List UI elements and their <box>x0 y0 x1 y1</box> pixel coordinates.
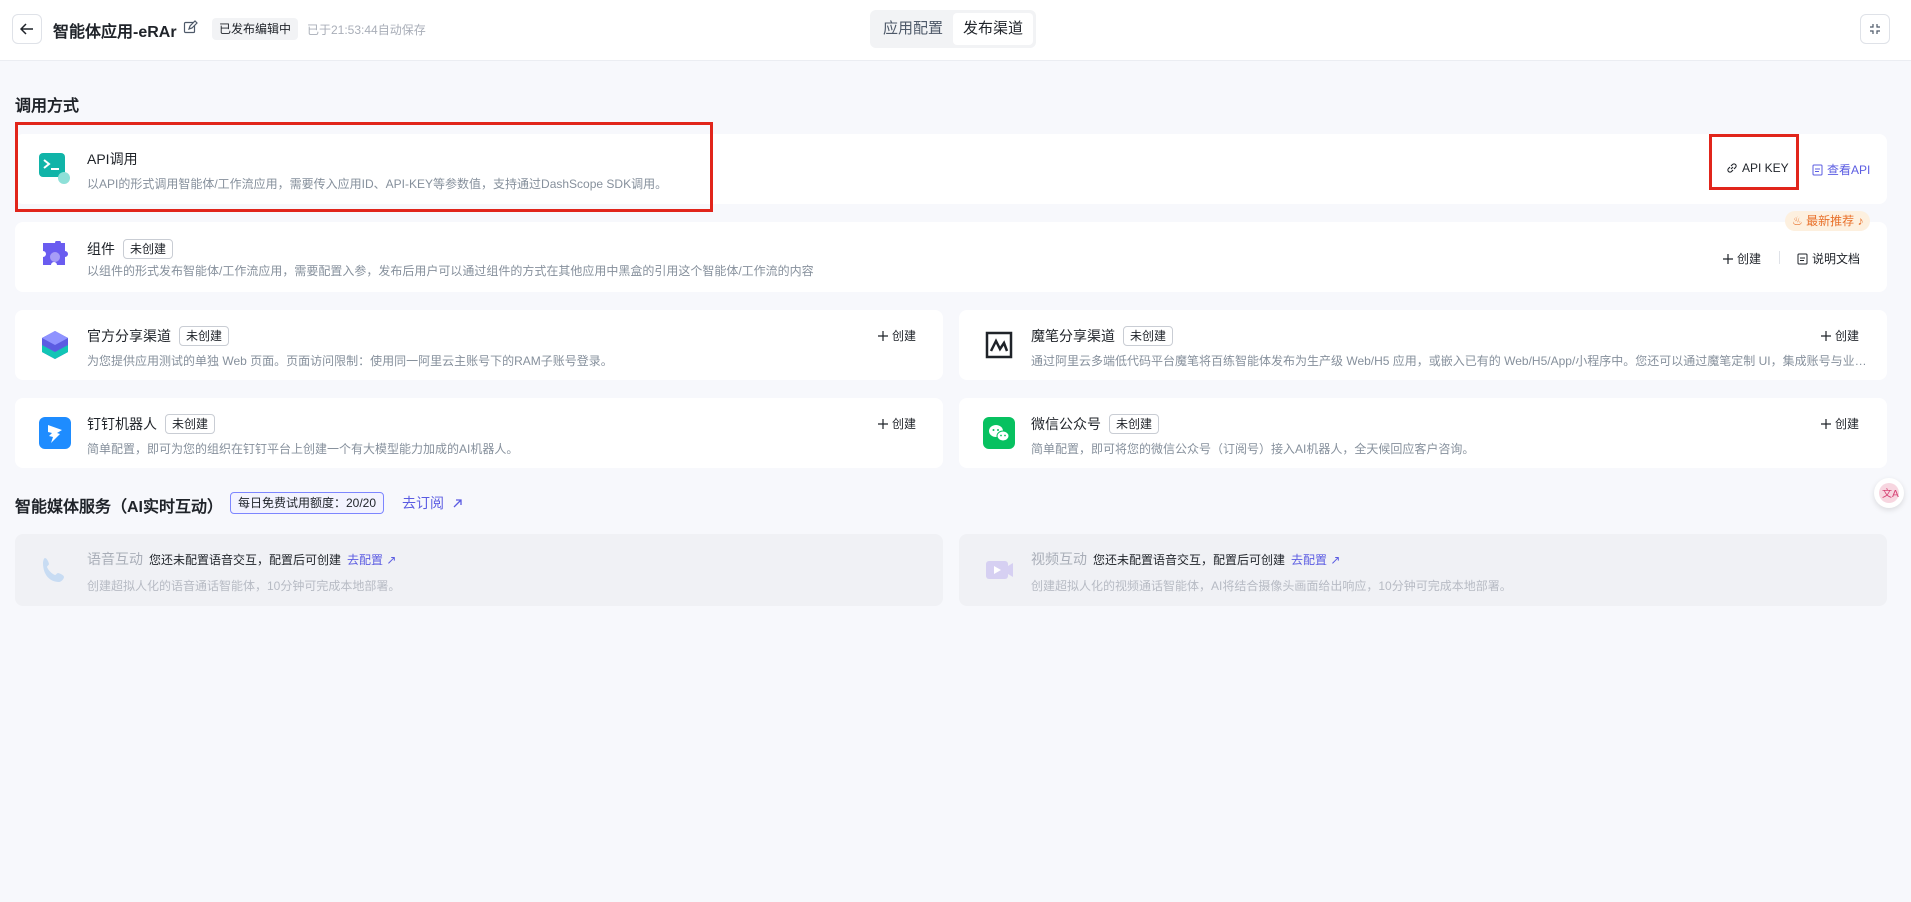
edit-icon[interactable] <box>183 20 198 35</box>
autosave-text: 已于21:53:44自动保存 <box>307 23 426 37</box>
document-icon <box>1797 253 1808 264</box>
status-badge: 已发布编辑中 <box>212 18 299 40</box>
channel-card-mobi: 魔笔分享渠道 未创建 通过阿里云多端低代码平台魔笔将百练智能体发布为生产级 Web… <box>959 310 1887 380</box>
video-config-link[interactable]: 去配置 ↗ <box>1291 553 1340 567</box>
create-label: 创建 <box>1737 252 1762 266</box>
mode-tabs: 应用配置 发布渠道 <box>870 10 1037 48</box>
phone-icon <box>43 558 64 582</box>
video-note: 您还未配置语音交互，配置后可创建 <box>1093 553 1286 567</box>
section-title-invoke: 调用方式 <box>15 98 80 115</box>
sparkle-icon: ♪ <box>1854 214 1864 228</box>
channel-title-text: 微信公众号 <box>1031 416 1101 432</box>
channel-card-official: 官方分享渠道 未创建 为您提供应用测试的单独 Web 页面。页面访问限制：使用同一… <box>15 310 943 380</box>
translate-float-button[interactable]: 文A <box>1874 478 1904 508</box>
channel-title: 微信公众号 未创建 <box>1031 414 1160 434</box>
channel-card-dingtalk: 钉钉机器人 未创建 简单配置，即可为您的组织在钉钉平台上创建一个有大模型能力加成的… <box>15 398 943 468</box>
fire-icon: ♨ <box>1792 214 1807 228</box>
status-tag: 未创建 <box>123 239 174 259</box>
docs-link[interactable]: 说明文档 <box>1797 250 1860 267</box>
document-icon <box>1812 164 1823 175</box>
video-title: 视频互动 <box>1031 551 1087 567</box>
channel-title-text: 魔笔分享渠道 <box>1031 328 1115 344</box>
puzzle-icon <box>43 241 68 265</box>
component-title: 组件 未创建 <box>87 239 174 259</box>
tab-publish-channels[interactable]: 发布渠道 <box>953 13 1034 45</box>
tab-app-config[interactable]: 应用配置 <box>873 13 953 45</box>
wechat-icon <box>983 417 1015 449</box>
voice-desc: 创建超拟人化的语音通话智能体，10分钟可完成本地部署。 <box>87 579 401 593</box>
create-label: 创建 <box>892 329 917 343</box>
channel-title: 官方分享渠道 未创建 <box>87 326 230 346</box>
channel-desc: 简单配置，即可为您的组织在钉钉平台上创建一个有大模型能力加成的AI机器人。 <box>87 442 519 456</box>
channel-create-button[interactable]: 创建 <box>878 327 916 344</box>
recommend-label: 最新推荐 <box>1806 214 1855 228</box>
channel-create-button[interactable]: 创建 <box>1821 327 1859 344</box>
voice-title: 语音互动 <box>87 551 143 567</box>
plus-icon <box>1723 253 1733 264</box>
channel-create-button[interactable]: 创建 <box>1821 415 1859 432</box>
top-bar: 智能体应用-eRAr 已发布编辑中 已于21:53:44自动保存 应用配置 发布… <box>0 0 1911 61</box>
voice-note: 您还未配置语音交互，配置后可创建 <box>149 553 342 567</box>
plus-icon <box>1821 418 1831 429</box>
config-label: 去配置 <box>1291 553 1328 567</box>
status-tag: 未创建 <box>1123 326 1174 346</box>
recommend-badge: ♨ 最新推荐 ♪ <box>1785 211 1871 231</box>
config-label: 去配置 <box>347 553 384 567</box>
voice-title-row: 语音互动 您还未配置语音交互，配置后可创建 去配置 ↗ <box>87 549 396 569</box>
official-share-icon <box>42 331 68 359</box>
quota-badge: 每日免费试用额度：20/20 <box>230 492 385 514</box>
channel-title: 钉钉机器人 未创建 <box>87 414 216 434</box>
component-desc: 以组件的形式发布智能体/工作流应用，需要配置入参，发布后用户可以通过组件的方式在… <box>87 264 814 278</box>
channel-desc: 为您提供应用测试的单独 Web 页面。页面访问限制：使用同一阿里云主账号下的RA… <box>87 354 613 368</box>
channel-title-text: 钉钉机器人 <box>87 416 157 432</box>
create-label: 创建 <box>1835 417 1860 431</box>
view-api-link[interactable]: 查看API <box>1812 161 1870 178</box>
highlight-box-api <box>15 122 713 212</box>
status-tag: 未创建 <box>179 326 230 346</box>
app-title: 智能体应用-eRAr <box>53 24 177 41</box>
channel-title-text: 官方分享渠道 <box>87 328 171 344</box>
component-card: 组件 未创建 以组件的形式发布智能体/工作流应用，需要配置入参，发布后用户可以通过… <box>15 222 1887 292</box>
status-tag: 未创建 <box>165 414 216 434</box>
video-title-row: 视频互动 您还未配置语音交互，配置后可创建 去配置 ↗ <box>1031 549 1340 569</box>
video-icon <box>986 561 1013 579</box>
voice-interaction-card: 语音互动 您还未配置语音交互，配置后可创建 去配置 ↗ 创建超拟人化的语音通话智能体… <box>15 534 943 606</box>
video-desc: 创建超拟人化的视频通话智能体，AI将结合摄像头画面给出响应，10分钟可完成本地部… <box>1031 579 1512 593</box>
highlight-box-api-key <box>1709 134 1799 190</box>
voice-config-link[interactable]: 去配置 ↗ <box>347 553 396 567</box>
divider <box>1779 251 1780 264</box>
component-title-text: 组件 <box>87 241 115 257</box>
section-title-media: 智能媒体服务（AI实时互动） <box>15 499 224 516</box>
arrow-left-icon <box>20 23 33 35</box>
back-button[interactable] <box>12 14 42 44</box>
collapse-button[interactable] <box>1860 14 1890 44</box>
create-label: 创建 <box>1835 329 1860 343</box>
mobi-icon <box>985 331 1013 359</box>
svg-text:文A: 文A <box>1882 487 1899 500</box>
channel-desc: 通过阿里云多端低代码平台魔笔将百练智能体发布为生产级 Web/H5 应用，或嵌入… <box>1031 354 1871 368</box>
status-tag: 未创建 <box>1109 414 1160 434</box>
video-interaction-card: 视频互动 您还未配置语音交互，配置后可创建 去配置 ↗ 创建超拟人化的视频通话智能体… <box>959 534 1887 606</box>
component-create-button[interactable]: 创建 <box>1723 250 1761 267</box>
plus-icon <box>878 418 888 429</box>
channel-title: 魔笔分享渠道 未创建 <box>1031 326 1174 346</box>
channel-create-button[interactable]: 创建 <box>878 415 916 432</box>
subscribe-link[interactable]: 去订阅 <box>402 493 463 513</box>
plus-icon <box>878 330 888 341</box>
channel-card-wechat: 微信公众号 未创建 简单配置，即可将您的微信公众号（订阅号）接入AI机器人，全天候… <box>959 398 1887 468</box>
subscribe-label: 去订阅 <box>402 495 444 511</box>
dingtalk-icon <box>39 417 71 449</box>
docs-label: 说明文档 <box>1812 252 1861 266</box>
channel-desc: 简单配置，即可将您的微信公众号（订阅号）接入AI机器人，全天候回应客户咨询。 <box>1031 442 1475 456</box>
external-link-icon <box>453 498 462 507</box>
translate-icon: 文A <box>1879 483 1899 503</box>
view-api-label: 查看API <box>1827 163 1871 177</box>
create-label: 创建 <box>892 417 917 431</box>
plus-icon <box>1821 330 1831 341</box>
collapse-icon <box>1870 24 1880 34</box>
